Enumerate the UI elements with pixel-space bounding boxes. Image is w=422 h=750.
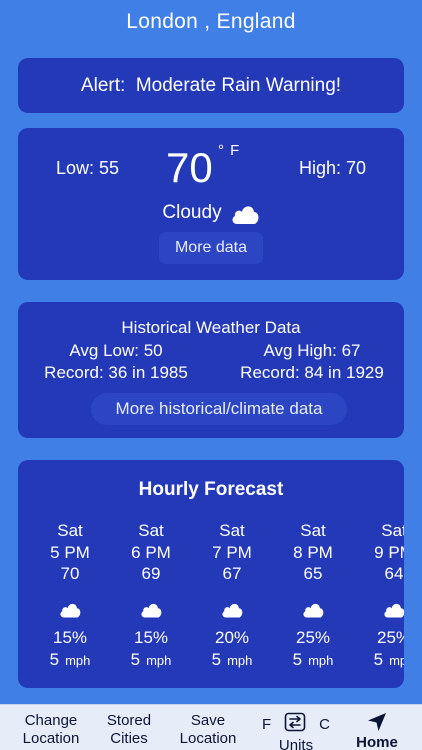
wind-speed: 5 (130, 649, 141, 669)
avg-high: Avg High: 67 (263, 341, 361, 360)
hour-time: 7 PM (212, 542, 252, 562)
record-high: Record: 84 in 1929 (240, 363, 384, 382)
cloud-icon (382, 599, 404, 621)
hourly-forecast-card[interactable]: Hourly Forecast Sat 5 PM 70 15% 5 mph Sat… (18, 460, 404, 688)
hour-column: Sat 8 PM 65 25% 5 mph (278, 520, 348, 672)
hour-wind: 5 mph (197, 649, 267, 672)
hour-time: 8 PM (293, 542, 333, 562)
units-toggle: F C (256, 712, 336, 737)
tab-label: Change (24, 712, 78, 729)
hour-day: Sat (57, 521, 83, 540)
cloud-icon (58, 599, 82, 621)
cloud-icon (301, 599, 325, 621)
cloud-icon (230, 200, 260, 226)
tab-label: Save (190, 712, 226, 729)
more-data-button[interactable]: More data (159, 232, 263, 264)
hour-temp: 70 (60, 564, 80, 583)
condition-row: Cloudy (18, 200, 404, 226)
hour-wind: 5 mph (278, 649, 348, 672)
hour-temp: 69 (141, 564, 161, 583)
record-low: Record: 36 in 1985 (44, 363, 188, 382)
tab-stored-cities[interactable]: Stored Cities (98, 712, 160, 748)
hour-precip: 25% (295, 627, 331, 647)
wind-unit: mph (65, 652, 91, 668)
tab-home[interactable]: Home (344, 712, 410, 750)
alert-text: Alert: Moderate Rain Warning! (80, 74, 342, 96)
swap-icon (284, 712, 306, 737)
hour-day: Sat (300, 521, 326, 540)
historical-low-block: Avg Low: 50 Record: 36 in 1985 (31, 340, 201, 384)
wind-speed: 5 (292, 649, 303, 669)
historical-card: Historical Weather Data Avg Low: 50 Reco… (18, 302, 404, 438)
low-temp: Low: 55 (56, 158, 120, 178)
cloud-icon (220, 599, 244, 621)
wind-unit: mph (146, 652, 172, 668)
hour-column: Sat 5 PM 70 15% 5 mph (35, 520, 105, 672)
current-temp: 70 (166, 144, 213, 191)
wind-speed: 5 (49, 649, 60, 669)
hour-day: Sat (138, 521, 164, 540)
city-title: London , England (126, 10, 296, 33)
tab-label: Home (356, 734, 398, 750)
hour-wind: 5 mph (116, 649, 186, 672)
tab-label: Stored (106, 712, 152, 729)
tab-save-location[interactable]: Save Location (168, 712, 248, 748)
hour-time: 9 PM (374, 542, 404, 562)
hour-temp: 64 (384, 564, 404, 583)
hour-day: Sat (219, 521, 245, 540)
hour-wind: 5 mph (35, 649, 105, 672)
wind-speed: 5 (373, 649, 384, 669)
hour-precip: 20% (214, 627, 250, 647)
cloud-icon (139, 599, 163, 621)
hour-precip: 15% (52, 627, 88, 647)
hour-wind: 5 mph (359, 649, 404, 672)
unit-c-label: C (319, 715, 330, 733)
more-historical-button[interactable]: More historical/climate data (91, 393, 347, 425)
wind-unit: mph (389, 652, 404, 668)
condition-text: Cloudy (162, 202, 222, 223)
hour-column: Sat 9 PM 64 25% 5 mph (359, 520, 404, 672)
wind-speed: 5 (211, 649, 222, 669)
location-arrow-icon (344, 712, 410, 734)
hourly-title: Hourly Forecast (138, 479, 284, 500)
hour-precip: 15% (133, 627, 169, 647)
alert-card: Alert: Moderate Rain Warning! (18, 58, 404, 113)
hour-temp: 65 (303, 564, 323, 583)
hour-column: Sat 6 PM 69 15% 5 mph (116, 520, 186, 672)
tab-bar: Change Location Stored Cities Save Locat… (0, 704, 422, 750)
tab-label: Cities (110, 730, 148, 747)
hour-column: Sat 7 PM 67 20% 5 mph (197, 520, 267, 672)
temp-unit: ° F (218, 142, 241, 159)
tab-units[interactable]: F C Units (256, 712, 336, 750)
hour-precip: 25% (376, 627, 404, 647)
wind-unit: mph (308, 652, 334, 668)
historical-title: Historical Weather Data (121, 318, 301, 337)
hour-day: Sat (381, 521, 404, 540)
hour-time: 6 PM (131, 542, 171, 562)
unit-f-label: F (262, 715, 272, 733)
tab-label: Location (22, 730, 80, 747)
hour-temp: 67 (222, 564, 242, 583)
avg-low: Avg Low: 50 (69, 341, 163, 360)
high-temp: High: 70 (298, 158, 366, 178)
current-weather-card: Low: 55 70 ° F High: 70 Cloudy More data (18, 128, 404, 280)
hour-time: 5 PM (50, 542, 90, 562)
tab-label: Location (179, 730, 237, 747)
tab-label: Units (278, 737, 314, 750)
tab-change-location[interactable]: Change Location (12, 712, 90, 748)
wind-unit: mph (227, 652, 253, 668)
historical-high-block: Avg High: 67 Record: 84 in 1929 (228, 340, 396, 384)
